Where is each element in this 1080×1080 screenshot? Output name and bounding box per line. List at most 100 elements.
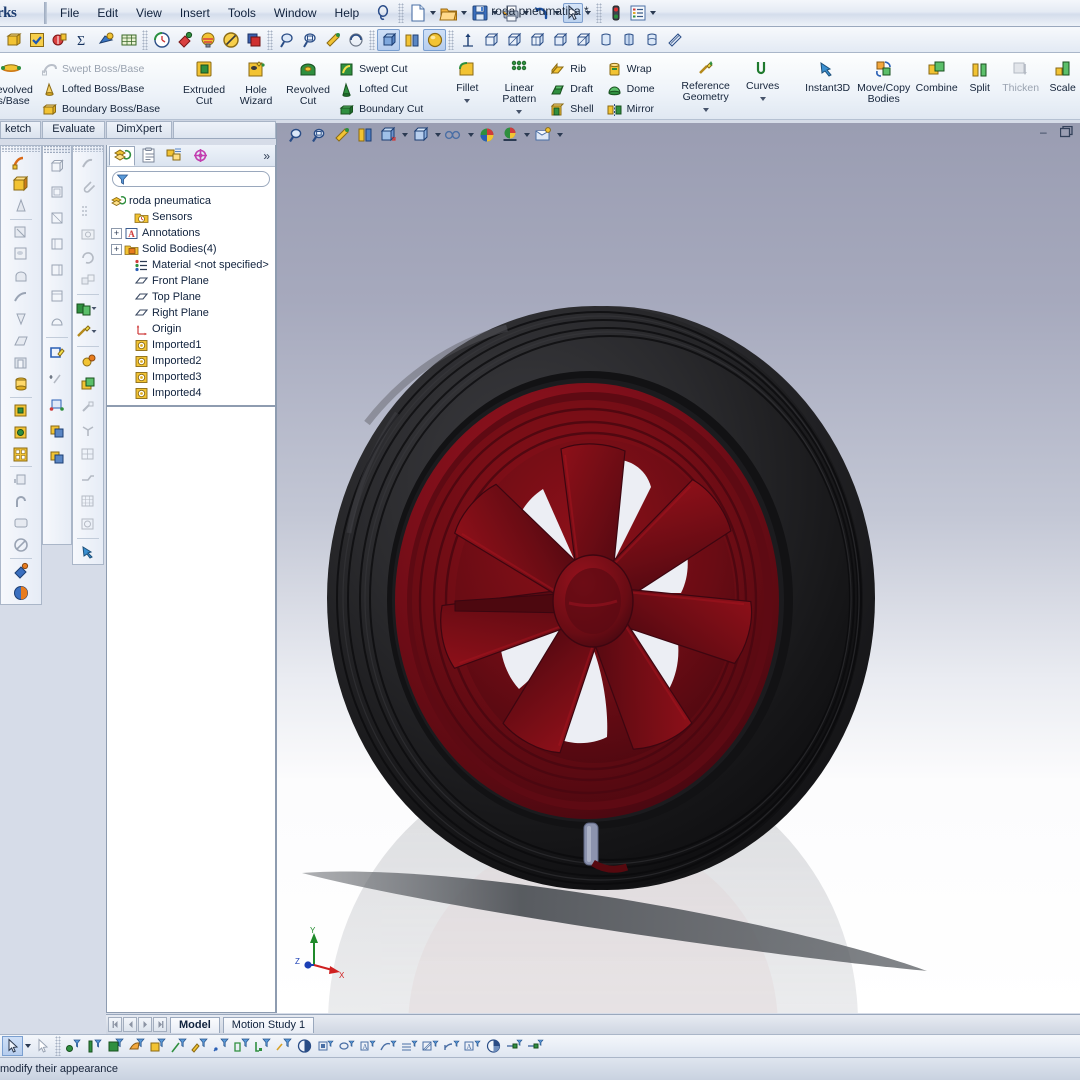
revolved-boss-base-button[interactable]: Revolvedss/Base [0, 55, 37, 107]
display-style-caret-icon[interactable] [433, 126, 442, 144]
mesh-vtool-icon[interactable] [75, 489, 101, 512]
draft-item[interactable]: Draft [545, 79, 597, 99]
instant3d-button[interactable]: Instant3D [801, 55, 855, 94]
scene-icon[interactable] [499, 125, 521, 145]
right-vtool-icon[interactable] [44, 257, 70, 283]
compare-vtool-icon[interactable] [75, 199, 101, 222]
normal-to-icon[interactable] [456, 29, 479, 51]
reference-geometry-caret-icon[interactable] [703, 104, 709, 116]
insert-part-vtool-icon[interactable] [73, 297, 103, 320]
sum-sigma-icon[interactable]: Σ [71, 29, 94, 51]
shell-vtool-icon[interactable] [8, 351, 34, 373]
color-swatch-icon[interactable] [242, 29, 265, 51]
appearances-icon[interactable] [476, 125, 498, 145]
extruded-boss-vtool-icon[interactable] [8, 173, 34, 195]
dome-item[interactable]: Dome [602, 79, 659, 99]
section-view-icon[interactable] [354, 125, 376, 145]
view-settings-icon[interactable] [532, 125, 554, 145]
window-minimize-button[interactable]: – [1040, 126, 1054, 138]
curves-caret-icon[interactable] [760, 93, 766, 105]
sheetmetal-vtool-icon[interactable] [75, 466, 101, 489]
trimetric-icon[interactable] [502, 29, 525, 51]
nav-next-button[interactable] [138, 1017, 152, 1032]
attach-vtool-icon[interactable] [75, 176, 101, 199]
tree-node-material[interactable]: Material <not specified> [111, 257, 273, 273]
iso-view-icon[interactable] [479, 29, 502, 51]
left-vtool-icon[interactable] [44, 231, 70, 257]
lofted-boss-base-item[interactable]: Lofted Boss/Base [37, 79, 164, 99]
tree-node-sensors[interactable]: Sensors [111, 209, 273, 225]
instant3d-vtool-icon[interactable] [75, 541, 101, 564]
extruded-cut-button[interactable]: Extruded Cut [178, 55, 230, 107]
extruded-cut-vtool-icon[interactable] [8, 222, 34, 244]
feature-manager-splitter[interactable] [107, 405, 275, 407]
magnify-glass-icon[interactable] [321, 29, 344, 51]
front-view-icon[interactable] [548, 29, 571, 51]
save-caret-icon[interactable] [490, 4, 499, 22]
connection-point-icon[interactable] [504, 1036, 525, 1056]
lighting-sphere-icon[interactable] [423, 28, 446, 51]
rib-item[interactable]: Rib [545, 59, 597, 79]
fillet-caret-icon[interactable] [464, 95, 470, 107]
zoom-to-area-icon[interactable] [308, 125, 330, 145]
sketch-filter-icon[interactable] [189, 1036, 210, 1056]
select-arrow-icon[interactable] [2, 1036, 23, 1056]
tree-node-right-plane[interactable]: Right Plane [111, 305, 273, 321]
revolved-cut-button[interactable]: Revolved Cut [282, 55, 334, 107]
select-arrow-icon[interactable] [563, 3, 584, 23]
new-document-group[interactable] [408, 3, 437, 23]
fillet-button[interactable]: Fillet [441, 55, 493, 107]
menu-insert[interactable]: Insert [171, 3, 219, 23]
simulate-vtool-icon[interactable] [75, 512, 101, 535]
boundary-boss-base-item[interactable]: Boundary Boss/Base [37, 99, 164, 119]
tree-node-front-plane[interactable]: Front Plane [111, 273, 273, 289]
plane-vtool-icon[interactable] [44, 392, 70, 418]
toolbar-grip-2[interactable] [43, 146, 71, 153]
surface-filter-icon[interactable] [126, 1036, 147, 1056]
menu-help[interactable]: Help [326, 3, 369, 23]
tree-node-imported1[interactable]: Imported1 [111, 337, 273, 353]
hole-filter-icon[interactable] [315, 1036, 336, 1056]
top-view-icon[interactable] [640, 29, 663, 51]
menu-window[interactable]: Window [265, 3, 326, 23]
scene-caret-icon[interactable] [522, 126, 531, 144]
new-document-caret-icon[interactable] [428, 4, 437, 22]
annotation-filter-icon[interactable] [294, 1036, 315, 1056]
tree-node-top-plane[interactable]: Top Plane [111, 289, 273, 305]
wrap-item[interactable]: Wrap [602, 59, 659, 79]
scale-button[interactable]: Scale [1043, 55, 1080, 94]
view-orientation-caret-icon[interactable] [400, 126, 409, 144]
revolved-cut-vtool-icon[interactable] [8, 265, 34, 287]
combine-vtool-icon[interactable] [8, 400, 34, 422]
undo-icon[interactable] [532, 3, 552, 23]
tab-dimxpert[interactable]: DimXpert [106, 121, 172, 138]
mold-vtool-icon[interactable] [75, 419, 101, 442]
design-table-icon[interactable] [117, 29, 140, 51]
undo-caret-icon[interactable] [552, 4, 561, 22]
measure-tool-icon[interactable] [663, 29, 686, 51]
datum-filter-icon[interactable] [252, 1036, 273, 1056]
print-group[interactable] [501, 3, 530, 23]
edge-filter-icon[interactable] [84, 1036, 105, 1056]
select-caret-icon[interactable] [583, 4, 592, 22]
move-face-vtool-icon[interactable] [8, 469, 34, 491]
shell-item[interactable]: Shell [545, 99, 597, 119]
options-icon[interactable] [628, 3, 648, 23]
print-icon[interactable] [501, 3, 521, 23]
open-group[interactable] [439, 3, 468, 23]
tree-node-solid-bodies[interactable]: + Solid Bodies(4) [111, 241, 273, 257]
cavity-vtool-icon[interactable] [8, 421, 34, 443]
property-manager-tab[interactable] [135, 146, 161, 166]
point-filter-icon[interactable] [63, 1036, 84, 1056]
axis-filter-icon[interactable] [168, 1036, 189, 1056]
tab-model[interactable]: Model [170, 1016, 220, 1033]
feature-manager-expand-chevron[interactable]: » [263, 149, 275, 163]
measure-vtool-icon[interactable] [75, 152, 101, 175]
tree-node-imported2[interactable]: Imported2 [111, 353, 273, 369]
reference-vtool-icon[interactable] [73, 321, 103, 344]
hide-show-icon[interactable] [443, 125, 465, 145]
draft-vtool-icon[interactable] [8, 330, 34, 352]
menu-file[interactable]: File [51, 3, 88, 23]
search-icon[interactable] [374, 3, 394, 23]
hole-vtool-icon[interactable] [8, 243, 34, 265]
